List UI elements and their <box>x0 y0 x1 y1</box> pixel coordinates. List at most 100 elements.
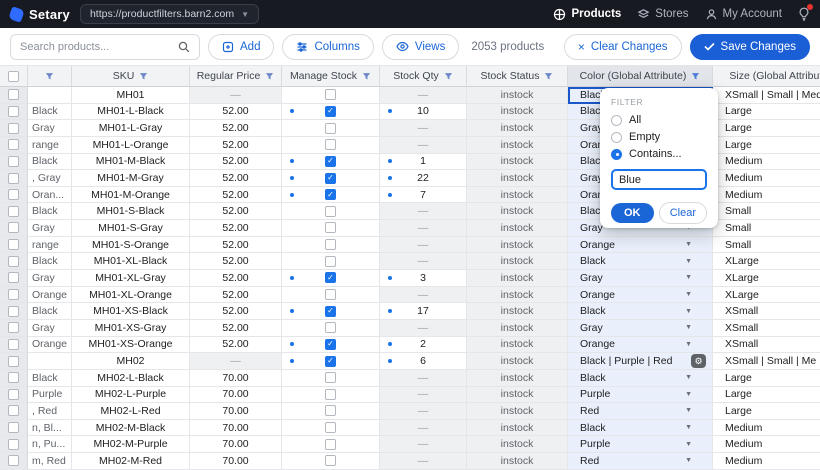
size-cell[interactable]: Large <box>713 104 820 121</box>
size-cell[interactable]: Medium <box>713 187 820 204</box>
sku-cell[interactable]: MH02 <box>72 353 190 370</box>
color-cell[interactable]: Red▼ <box>568 453 713 470</box>
name-cell[interactable]: Purple <box>28 387 72 404</box>
size-cell[interactable]: Medium <box>713 154 820 171</box>
filter-option-empty[interactable]: Empty <box>611 131 707 143</box>
color-cell[interactable]: Purple▼ <box>568 387 713 404</box>
price-cell[interactable]: 52.00 <box>190 287 282 304</box>
filter-option-contains[interactable]: Contains... <box>611 148 707 160</box>
price-cell[interactable]: 52.00 <box>190 170 282 187</box>
size-cell[interactable]: Medium <box>713 170 820 187</box>
sku-cell[interactable]: MH01-L-Gray <box>72 120 190 137</box>
stock-qty-cell[interactable]: 6 <box>380 353 467 370</box>
header-stock-qty[interactable]: Stock Qty <box>380 66 467 87</box>
manage-stock-cell[interactable] <box>282 403 380 420</box>
manage-stock-cell[interactable] <box>282 320 380 337</box>
radio-icon[interactable] <box>611 132 622 143</box>
manage-stock-checkbox[interactable] <box>325 439 336 450</box>
color-dropdown-caret[interactable]: ▼ <box>685 241 692 248</box>
size-cell[interactable]: Small <box>713 237 820 254</box>
color-cell[interactable]: Black▼ <box>568 420 713 437</box>
row-checkbox[interactable] <box>8 189 19 200</box>
size-cell[interactable]: Medium <box>713 436 820 453</box>
manage-stock-checkbox[interactable] <box>325 405 336 416</box>
price-cell[interactable]: 52.00 <box>190 104 282 121</box>
manage-stock-checkbox[interactable] <box>325 422 336 433</box>
manage-stock-checkbox[interactable]: ✓ <box>325 339 336 350</box>
color-cell[interactable]: Red▼ <box>568 403 713 420</box>
manage-stock-checkbox[interactable]: ✓ <box>325 272 336 283</box>
stock-qty-cell[interactable]: — <box>380 87 467 104</box>
price-cell[interactable]: 70.00 <box>190 420 282 437</box>
stock-qty-cell[interactable]: — <box>380 370 467 387</box>
manage-stock-checkbox[interactable] <box>325 139 336 150</box>
row-checkbox[interactable] <box>8 339 19 350</box>
header-name[interactable] <box>28 66 72 87</box>
name-cell[interactable]: Black <box>28 154 72 171</box>
row-checkbox[interactable] <box>8 422 19 433</box>
name-cell[interactable]: Black <box>28 253 72 270</box>
filter-clear-button[interactable]: Clear <box>659 202 707 224</box>
row-checkbox[interactable] <box>8 372 19 383</box>
manage-stock-cell[interactable] <box>282 287 380 304</box>
stock-qty-cell[interactable]: — <box>380 287 467 304</box>
price-cell[interactable]: 52.00 <box>190 337 282 354</box>
manage-stock-cell[interactable] <box>282 420 380 437</box>
columns-button[interactable]: Columns <box>282 34 373 60</box>
name-cell[interactable]: , Red <box>28 403 72 420</box>
sku-cell[interactable]: MH01-L-Black <box>72 104 190 121</box>
color-dropdown-caret[interactable]: ▼ <box>685 424 692 431</box>
manage-stock-checkbox[interactable] <box>325 455 336 466</box>
row-checkbox[interactable] <box>8 306 19 317</box>
sku-cell[interactable]: MH01-M-Gray <box>72 170 190 187</box>
name-cell[interactable]: range <box>28 137 72 154</box>
manage-stock-cell[interactable] <box>282 237 380 254</box>
stock-qty-cell[interactable]: 10 <box>380 104 467 121</box>
manage-stock-checkbox[interactable] <box>325 123 336 134</box>
stock-qty-cell[interactable]: — <box>380 436 467 453</box>
color-dropdown-caret[interactable]: ▼ <box>685 374 692 381</box>
search-input[interactable]: Search products... <box>10 34 200 60</box>
radio-selected-icon[interactable] <box>611 149 622 160</box>
row-checkbox[interactable] <box>8 139 19 150</box>
color-cell[interactable]: Black | Purple | Red⚙ <box>568 353 713 370</box>
color-dropdown-caret[interactable]: ▼ <box>685 341 692 348</box>
row-checkbox[interactable] <box>8 389 19 400</box>
size-cell[interactable]: Large <box>713 403 820 420</box>
row-checkbox[interactable] <box>8 322 19 333</box>
add-button[interactable]: Add <box>208 34 274 60</box>
size-cell[interactable]: Large <box>713 137 820 154</box>
size-cell[interactable]: XLarge <box>713 270 820 287</box>
filter-option-all[interactable]: All <box>611 114 707 126</box>
name-cell[interactable]: Black <box>28 203 72 220</box>
nav-products[interactable]: Products <box>553 8 621 21</box>
manage-stock-cell[interactable] <box>282 120 380 137</box>
save-changes-button[interactable]: Save Changes <box>690 34 810 60</box>
manage-stock-cell[interactable]: ✓ <box>282 104 380 121</box>
name-cell[interactable]: Gray <box>28 320 72 337</box>
price-cell[interactable]: 52.00 <box>190 237 282 254</box>
header-regular-price[interactable]: Regular Price <box>190 66 282 87</box>
color-cell[interactable]: Orange▼ <box>568 237 713 254</box>
price-cell[interactable]: 52.00 <box>190 320 282 337</box>
manage-stock-cell[interactable] <box>282 220 380 237</box>
size-cell[interactable]: XSmall | Small | Me <box>713 353 820 370</box>
row-checkbox[interactable] <box>8 405 19 416</box>
manage-stock-checkbox[interactable] <box>325 389 336 400</box>
color-dropdown-caret[interactable]: ▼ <box>685 308 692 315</box>
manage-stock-checkbox[interactable] <box>325 239 336 250</box>
filter-contains-input[interactable] <box>611 169 707 190</box>
manage-stock-checkbox[interactable]: ✓ <box>325 173 336 184</box>
filter-ok-button[interactable]: OK <box>611 203 654 223</box>
name-cell[interactable]: m, Red <box>28 453 72 470</box>
sku-cell[interactable]: MH01-S-Orange <box>72 237 190 254</box>
price-cell[interactable]: — <box>190 87 282 104</box>
stock-qty-cell[interactable]: — <box>380 387 467 404</box>
manage-stock-checkbox[interactable]: ✓ <box>325 306 336 317</box>
sku-cell[interactable]: MH01-XL-Black <box>72 253 190 270</box>
name-cell[interactable]: Black <box>28 303 72 320</box>
manage-stock-checkbox[interactable] <box>325 372 336 383</box>
sku-cell[interactable]: MH01-XL-Gray <box>72 270 190 287</box>
manage-stock-checkbox[interactable]: ✓ <box>325 156 336 167</box>
color-dropdown-caret[interactable]: ▼ <box>685 324 692 331</box>
